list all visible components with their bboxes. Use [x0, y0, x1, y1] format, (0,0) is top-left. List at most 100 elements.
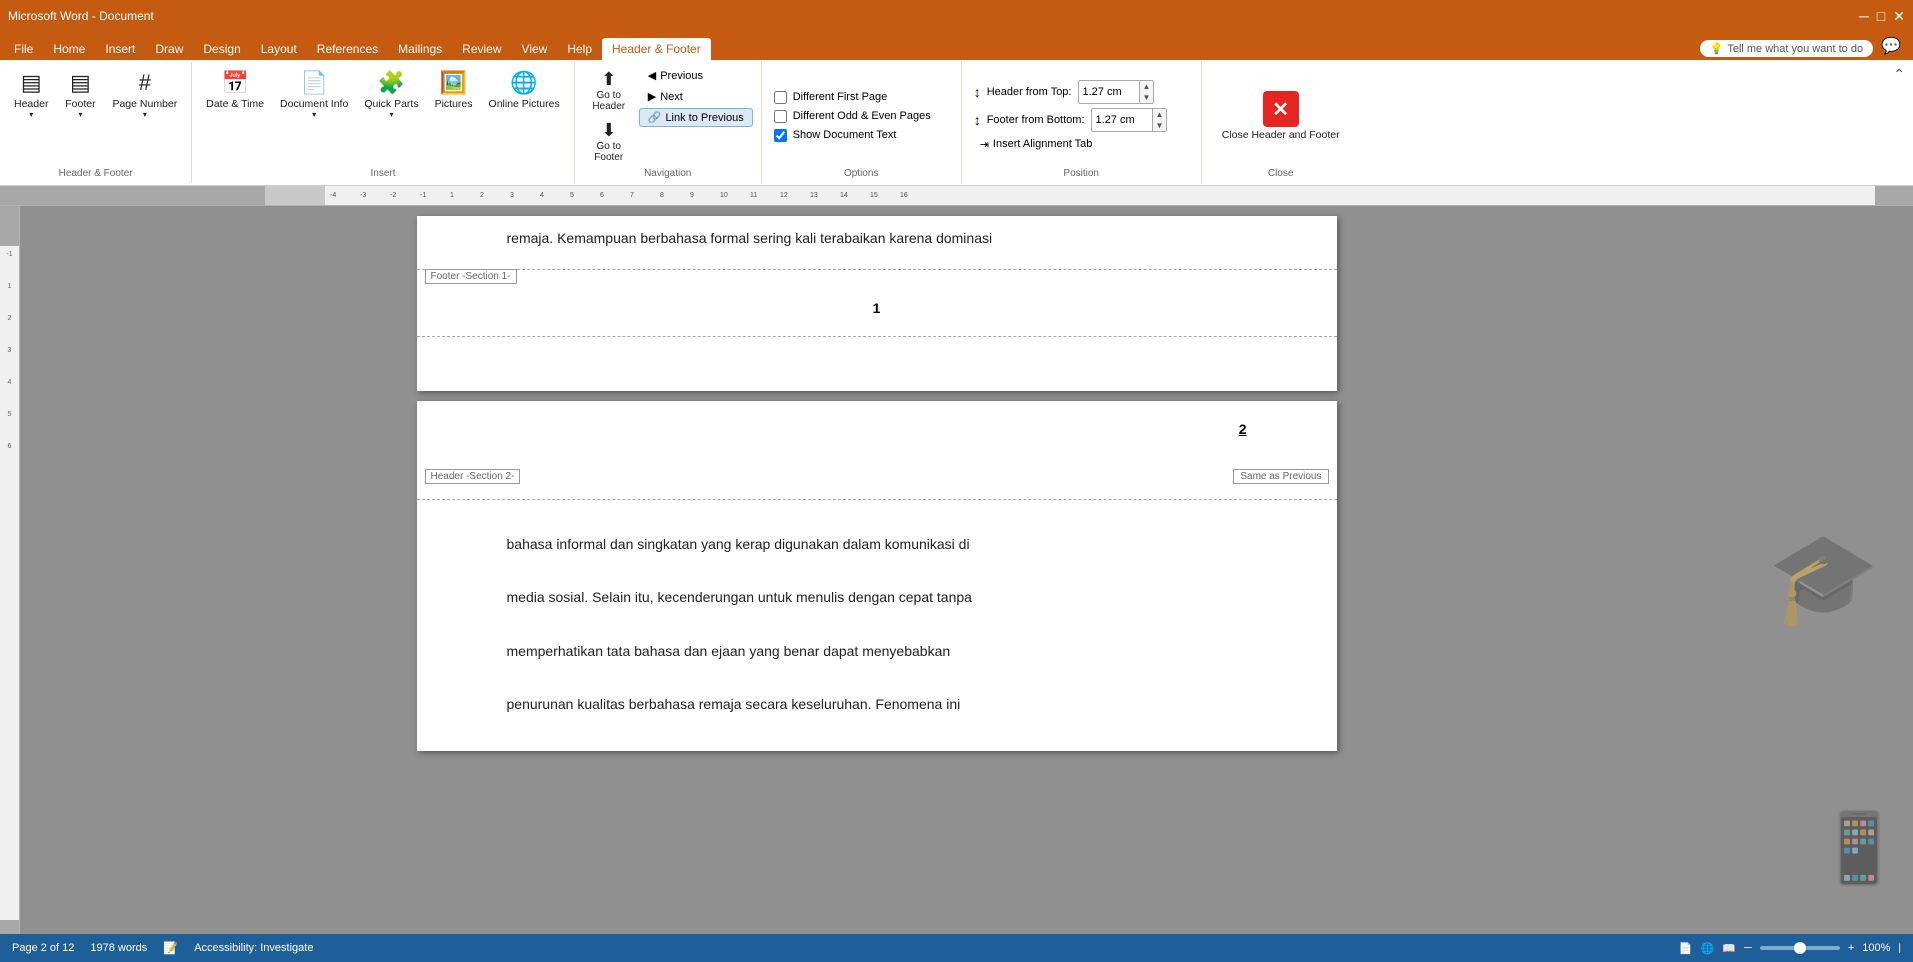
ribbon-collapse-button[interactable]: ⌃ — [1885, 62, 1913, 87]
status-bar: Page 2 of 12 1978 words 📝 Accessibility:… — [0, 934, 1913, 962]
header-section-2[interactable]: Header -Section 2- Same as Previous — [417, 461, 1337, 521]
header-dropdown-icon: ▾ — [29, 110, 33, 119]
zoom-in-icon[interactable]: + — [1848, 942, 1854, 954]
page-number-button[interactable]: # Page Number ▾ — [106, 66, 183, 123]
zoom-slider[interactable] — [1760, 946, 1840, 950]
footer-from-bottom-row: ↕ Footer from Bottom: ▲ ▼ — [974, 108, 1189, 132]
ribbon-group-navigation: ⬆ Go to Header ⬇ Go to Footer ◀ Previous… — [575, 62, 762, 183]
footer-icon: ▤ — [70, 70, 91, 96]
tab-view[interactable]: View — [512, 38, 558, 60]
doc-info-dropdown-icon: ▾ — [312, 110, 316, 119]
footer-dropdown-icon: ▾ — [78, 110, 82, 119]
maximize-icon[interactable]: □ — [1877, 8, 1885, 25]
footer-button[interactable]: ▤ Footer ▾ — [58, 66, 102, 123]
tab-help[interactable]: Help — [557, 38, 602, 60]
page2-line1: bahasa informal dan singkatan yang kerap… — [507, 531, 1247, 558]
page-2: 2 Header -Section 2- Same as Previous ba… — [417, 401, 1337, 751]
header-top-down-arrow[interactable]: ▼ — [1140, 92, 1154, 103]
different-odd-even-option[interactable]: Different Odd & Even Pages — [774, 110, 949, 123]
online-pictures-button[interactable]: 🌐 Online Pictures — [483, 66, 566, 114]
view-read-icon[interactable]: 📖 — [1722, 942, 1736, 955]
tab-layout[interactable]: Layout — [251, 38, 307, 60]
tab-home[interactable]: Home — [43, 38, 95, 60]
same-as-previous-badge: Same as Previous — [1233, 469, 1328, 484]
different-odd-even-checkbox[interactable] — [774, 110, 787, 123]
position-group-label: Position — [974, 168, 1189, 179]
page1-page-number: 1 — [417, 270, 1337, 336]
right-decoration-panel: 🎓 📱 — [1733, 206, 1913, 950]
different-first-page-checkbox[interactable] — [774, 91, 787, 104]
quick-parts-button[interactable]: 🧩 Quick Parts ▾ — [358, 66, 424, 123]
link-icon: 🔗 — [648, 111, 662, 124]
page2-number: 2 — [1239, 421, 1247, 437]
view-web-icon[interactable]: 🌐 — [1701, 942, 1715, 955]
different-first-page-option[interactable]: Different First Page — [774, 91, 949, 104]
graduation-decoration: 🎓 — [1767, 526, 1879, 631]
close-group-label: Close — [1268, 168, 1294, 179]
page2-body: bahasa informal dan singkatan yang kerap… — [417, 521, 1337, 727]
tab-insert[interactable]: Insert — [95, 38, 145, 60]
header-button[interactable]: ▤ Header ▾ — [8, 66, 54, 123]
pictures-button[interactable]: 🖼️ Pictures — [429, 66, 479, 114]
ribbon-group-header-footer: ▤ Header ▾ ▤ Footer ▾ # Page Number ▾ He… — [0, 62, 192, 183]
tab-draw[interactable]: Draw — [145, 38, 193, 60]
page-info: Page 2 of 12 — [12, 942, 74, 954]
show-document-text-option[interactable]: Show Document Text — [774, 129, 949, 142]
tab-file[interactable]: File — [4, 38, 43, 60]
navigation-group-label: Navigation — [583, 168, 753, 179]
previous-button[interactable]: ◀ Previous — [639, 66, 753, 85]
footer-bottom-down-arrow[interactable]: ▼ — [1153, 120, 1167, 131]
tab-mailings[interactable]: Mailings — [388, 38, 452, 60]
insert-alignment-tab-button[interactable]: ⇥ Insert Alignment Tab — [974, 136, 1189, 153]
phone-decoration: 📱 — [1816, 808, 1903, 890]
tell-me-box[interactable]: 💡 Tell me what you want to do — [1700, 40, 1873, 57]
cursor-position: | — [1898, 943, 1901, 954]
ribbon-group-close: ✕ Close Header and Footer Close — [1202, 62, 1360, 183]
close-x-icon: ✕ — [1263, 91, 1299, 127]
ribbon-group-insert: 📅 Date & Time 📄 Document Info ▾ 🧩 Quick … — [192, 62, 574, 183]
accessibility-info[interactable]: Accessibility: Investigate — [194, 942, 313, 954]
zoom-out-icon[interactable]: ─ — [1744, 942, 1752, 954]
main-content: -1123456 remaja. Kemampuan berbahasa for… — [0, 206, 1913, 950]
footer-section-1[interactable]: Footer -Section 1- 1 — [417, 261, 1337, 391]
footer-bottom-up-arrow[interactable]: ▲ — [1153, 109, 1167, 120]
zoom-level: 100% — [1862, 942, 1890, 954]
document-info-button[interactable]: 📄 Document Info ▾ — [274, 66, 354, 123]
close-icon[interactable]: ✕ — [1893, 8, 1905, 25]
close-header-footer-button[interactable]: ✕ Close Header and Footer — [1214, 87, 1348, 145]
go-footer-icon: ⬇ — [601, 120, 616, 141]
pages-area: remaja. Kemampuan berbahasa formal serin… — [20, 206, 1733, 950]
tab-review[interactable]: Review — [452, 38, 511, 60]
ruler: -4 -3 -2 -1 1 2 3 4 5 6 7 8 9 10 11 12 1… — [0, 186, 1913, 206]
status-right: 📄 🌐 📖 ─ + 100% | — [1679, 942, 1901, 955]
minimize-icon[interactable]: ─ — [1859, 8, 1869, 25]
footer-bottom-input[interactable] — [1092, 113, 1152, 127]
footer-bottom-spinner[interactable]: ▲ ▼ — [1091, 108, 1168, 132]
date-time-button[interactable]: 📅 Date & Time — [200, 66, 270, 114]
page-1: remaja. Kemampuan berbahasa formal serin… — [417, 216, 1337, 391]
page1-body-text: remaja. Kemampuan berbahasa formal serin… — [417, 216, 1337, 261]
chat-icon[interactable]: 💬 — [1873, 32, 1909, 60]
tab-header-footer[interactable]: Header & Footer — [602, 38, 711, 60]
alignment-tab-icon: ⇥ — [980, 138, 989, 151]
document-info-icon: 📄 — [300, 70, 327, 96]
ribbon: ▤ Header ▾ ▤ Footer ▾ # Page Number ▾ He… — [0, 60, 1913, 186]
previous-icon: ◀ — [648, 69, 656, 82]
header-top-input[interactable] — [1079, 85, 1139, 99]
view-print-icon[interactable]: 📄 — [1679, 942, 1693, 955]
tab-design[interactable]: Design — [193, 38, 250, 60]
page2-line3: memperhatikan tata bahasa dan ejaan yang… — [507, 638, 1247, 665]
tab-references[interactable]: References — [307, 38, 388, 60]
header-from-top-row: ↕ Header from Top: ▲ ▼ — [974, 80, 1189, 104]
show-document-text-checkbox[interactable] — [774, 129, 787, 142]
page2-line2: media sosial. Selain itu, kecenderungan … — [507, 584, 1247, 611]
track-changes-icon: 📝 — [163, 941, 178, 955]
go-to-header-button[interactable]: ⬆ Go to Header — [583, 66, 635, 115]
header-top-up-arrow[interactable]: ▲ — [1140, 81, 1154, 92]
header-top-spinner[interactable]: ▲ ▼ — [1078, 80, 1155, 104]
date-time-icon: 📅 — [221, 70, 248, 96]
go-to-footer-button[interactable]: ⬇ Go to Footer — [583, 117, 635, 166]
next-button[interactable]: ▶ Next — [639, 87, 753, 106]
link-to-previous-button[interactable]: 🔗 Link to Previous — [639, 108, 753, 127]
page-number-icon: # — [139, 70, 151, 96]
